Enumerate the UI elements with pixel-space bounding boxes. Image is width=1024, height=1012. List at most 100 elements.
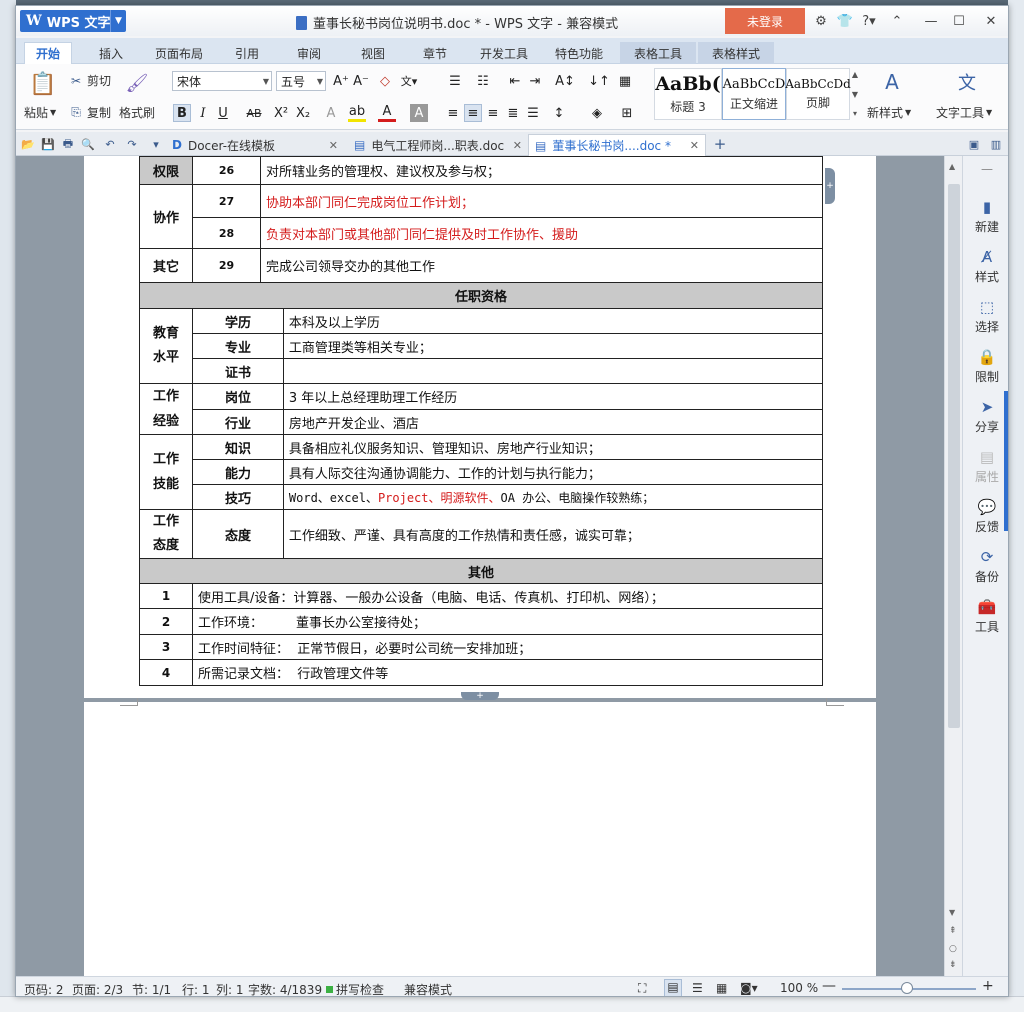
open-icon[interactable]: 📂 [20, 136, 36, 152]
tab-home[interactable]: 开始 [24, 42, 72, 64]
login-button[interactable]: 未登录 [725, 8, 805, 34]
zoom-slider-handle[interactable] [901, 982, 913, 994]
pane-select-button[interactable]: ⬚ 选择 [963, 298, 1008, 335]
tab-special[interactable]: 特色功能 [546, 42, 612, 64]
doc-tab-docer[interactable]: D Docer-在线模板 ✕ [166, 134, 344, 156]
underline-icon[interactable]: U [214, 104, 232, 122]
pane-edge-handle[interactable] [1004, 391, 1008, 531]
browse-object-icon[interactable]: ○ [949, 944, 957, 954]
chevron-down-icon[interactable]: ▼ [110, 10, 126, 32]
bullets-icon[interactable]: ☰ [444, 72, 466, 90]
subscript-icon[interactable]: X₂ [294, 104, 312, 122]
numbering-icon[interactable]: ☷ [472, 72, 494, 90]
char-shading-icon[interactable]: A [410, 104, 428, 122]
close-icon[interactable]: ✕ [980, 12, 1002, 30]
strikethrough-icon[interactable]: AB [242, 104, 266, 122]
collapse-ribbon-icon[interactable]: ⌃ [886, 12, 908, 30]
style-gallery-scroll[interactable]: ▲ ▼ ▾ [850, 70, 860, 118]
highlight-icon[interactable]: ab [348, 104, 366, 122]
pane-new-button[interactable]: ▮ 新建 [963, 198, 1008, 235]
phonetic-icon[interactable]: 文▾ [400, 72, 418, 90]
new-style-icon[interactable]: A [872, 70, 912, 94]
close-icon[interactable]: ✕ [329, 139, 338, 152]
pane-backup-button[interactable]: ⟳ 备份 [963, 548, 1008, 585]
close-icon[interactable]: ✕ [690, 139, 699, 152]
borders-icon[interactable]: ⊞ [618, 104, 636, 122]
tab-chapter[interactable]: 章节 [410, 42, 460, 64]
tab-developer[interactable]: 开发工具 [472, 42, 536, 64]
page[interactable] [84, 698, 876, 992]
char-scale-icon[interactable]: A↕ [552, 72, 578, 90]
line-spacing-icon[interactable]: ↕ [550, 104, 568, 122]
font-color-icon[interactable]: A [378, 104, 396, 122]
job-description-table[interactable]: 权限 26 对所辖业务的管理权、建议权及参与权； 协作 27 协助本部门同仁完成… [139, 156, 824, 686]
tab-table-tools[interactable]: 表格工具 [620, 42, 696, 64]
pane-properties-button[interactable]: ▤ 属性 [963, 448, 1008, 485]
page[interactable]: 权限 26 对所辖业务的管理权、建议权及参与权； 协作 27 协助本部门同仁完成… [84, 156, 876, 701]
distribute-icon[interactable]: ☰ [524, 104, 542, 122]
undo-icon[interactable]: ↶ [102, 136, 118, 152]
tab-references[interactable]: 引用 [222, 42, 272, 64]
zoom-out-icon[interactable]: — [822, 978, 836, 994]
tab-layout-icon[interactable]: ▥ [988, 136, 1004, 152]
vertical-scrollbar[interactable]: ▲ ▼ ⇞ ○ ⇟ [944, 156, 962, 976]
web-view-icon[interactable]: ▦ [716, 981, 727, 995]
font-name-select[interactable]: 宋体 ▼ [172, 71, 272, 91]
tab-table-style[interactable]: 表格样式 [698, 42, 774, 64]
align-left-icon[interactable]: ≡ [444, 104, 462, 122]
prev-page-icon[interactable]: ⇞ [949, 926, 957, 936]
help-icon[interactable]: ?▾ [858, 12, 880, 30]
spell-check-toggle[interactable]: 拼写检查 [326, 981, 384, 996]
add-column-icon[interactable]: + [825, 168, 835, 204]
tab-insert[interactable]: 插入 [86, 42, 136, 64]
copy-button[interactable]: ⎘ 复制 [68, 104, 111, 121]
pane-tools-button[interactable]: 🧰 工具 [963, 598, 1008, 635]
minimize-icon[interactable]: — [920, 12, 942, 30]
redo-icon[interactable]: ↷ [124, 136, 140, 152]
bold-icon[interactable]: B [173, 104, 191, 122]
doc-tab-secretary[interactable]: ▤ 董事长秘书岗....doc * ✕ [528, 134, 706, 156]
font-size-select[interactable]: 五号 ▼ [276, 71, 326, 91]
grow-font-icon[interactable]: A⁺ [332, 72, 350, 90]
sort-icon[interactable]: ↓↑ [588, 72, 610, 90]
zoom-value[interactable]: 100 % [780, 981, 818, 995]
save-icon[interactable]: 💾 [40, 136, 56, 152]
print-preview-icon[interactable]: 🔍 [80, 136, 96, 152]
clear-format-icon[interactable]: ◇ [376, 72, 394, 90]
tab-review[interactable]: 审阅 [284, 42, 334, 64]
tab-page-layout[interactable]: 页面布局 [146, 42, 212, 64]
style-body-indent[interactable]: AaBbCcD 正文缩进 [722, 68, 786, 120]
style-footer[interactable]: AaBbCcDd 页脚 [785, 68, 851, 120]
style-heading3[interactable]: AaBb( 标题 3 [654, 68, 722, 120]
pane-feedback-button[interactable]: 💬 反馈 [963, 498, 1008, 535]
text-effect-icon[interactable]: A [322, 104, 340, 122]
paste-icon[interactable]: 📋 [28, 70, 58, 98]
text-tools-button[interactable]: 文字工具 ▼ [936, 104, 992, 121]
maximize-icon[interactable]: ☐ [948, 12, 970, 30]
italic-icon[interactable]: I [194, 104, 212, 122]
close-icon[interactable]: ✕ [513, 139, 522, 152]
pane-style-button[interactable]: A̸ 样式 [963, 248, 1008, 285]
decrease-indent-icon[interactable]: ⇤ [506, 72, 524, 90]
zoom-in-icon[interactable]: + [982, 978, 994, 994]
page-view-icon[interactable]: ▤ [664, 979, 682, 996]
text-tools-icon[interactable]: 文 [952, 70, 982, 94]
paste-button[interactable]: 粘贴 ▼ [24, 104, 56, 121]
tab-view[interactable]: 视图 [348, 42, 398, 64]
table-grid-icon[interactable]: ▦ [616, 72, 634, 90]
scroll-up-icon[interactable]: ▲ [949, 162, 955, 171]
align-center-icon[interactable]: ≡ [464, 104, 482, 122]
pane-restrict-button[interactable]: 🔒 限制 [963, 348, 1008, 385]
doc-tab-electrical[interactable]: ▤ 电气工程师岗...职表.doc ✕ [348, 134, 528, 156]
superscript-icon[interactable]: X² [272, 104, 290, 122]
print-icon[interactable]: 🖶 [60, 136, 76, 152]
add-row-icon[interactable]: + [461, 692, 499, 701]
reading-view-icon[interactable]: ◙▾ [740, 981, 758, 995]
scroll-down-icon[interactable]: ▼ [949, 908, 955, 917]
brush-icon[interactable]: 🖌 [122, 70, 152, 96]
pane-collapse-icon[interactable]: — [963, 162, 1008, 176]
tab-list-icon[interactable]: ▣ [966, 136, 982, 152]
cut-button[interactable]: ✂ 剪切 [68, 72, 111, 89]
status-word-count[interactable]: 字数: 4/1839 [248, 981, 322, 996]
fullscreen-icon[interactable]: ⛶ [638, 981, 646, 996]
